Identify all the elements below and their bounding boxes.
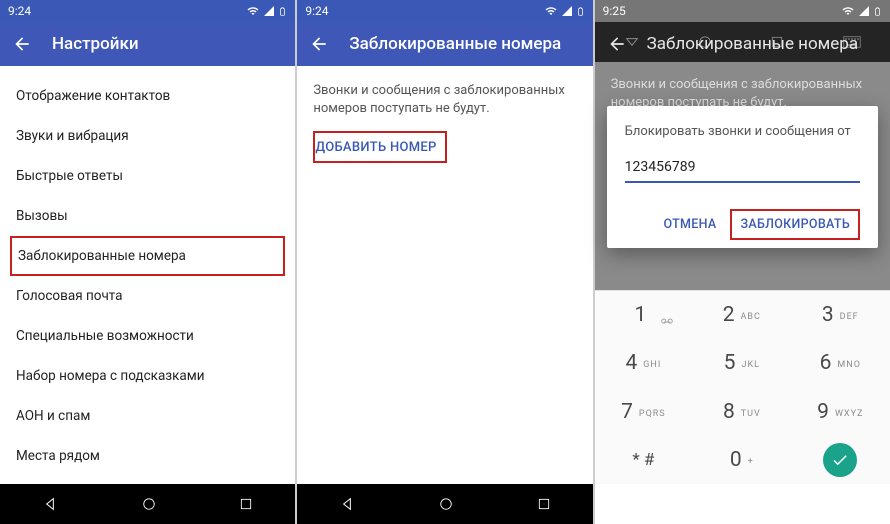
key-6[interactable]: 6MNO (792, 339, 890, 387)
screen-dialog-keypad: 9:25 Заблокированные номера Звонки и соо… (595, 0, 890, 524)
wifi-icon (246, 5, 260, 17)
voicemail-icon (660, 314, 674, 333)
numeric-keypad: 1 2ABC 3DEF 4GHI 5JKL 6MNO 7PQRS 8TUV 9W… (595, 290, 890, 484)
status-icons (246, 5, 287, 18)
key-3[interactable]: 3DEF (792, 291, 890, 339)
back-arrow-icon[interactable] (309, 34, 329, 54)
key-4[interactable]: 4GHI (595, 339, 693, 387)
add-number-highlight: ДОБАВИТЬ НОМЕР (313, 131, 446, 163)
battery-icon (576, 5, 585, 18)
signal-icon (858, 5, 870, 17)
page-title: Заблокированные номера (647, 34, 858, 54)
key-2[interactable]: 2ABC (693, 291, 791, 339)
battery-icon (873, 5, 882, 18)
page-title: Настройки (52, 34, 139, 54)
key-0[interactable]: 0+ (693, 436, 791, 484)
settings-list: Отображение контактов Звуки и вибрация Б… (0, 66, 295, 484)
status-icons (544, 5, 585, 18)
list-item[interactable]: Набор номера с подсказками (16, 356, 279, 396)
cancel-button[interactable]: ОТМЕНА (659, 211, 720, 238)
nav-bar (297, 484, 592, 524)
dialog-actions: ОТМЕНА ЗАБЛОКИРОВАТЬ (625, 209, 860, 240)
block-dialog: Блокировать звонки и сообщения от ОТМЕНА… (607, 106, 878, 248)
nav-recent-icon[interactable] (537, 497, 551, 511)
blocked-content: Звонки и сообщения с заблокированных ном… (297, 66, 592, 484)
back-arrow-icon[interactable] (12, 34, 32, 54)
clock: 9:24 (305, 4, 328, 18)
list-item[interactable]: Специальные возможности (16, 316, 279, 356)
list-item[interactable]: АОН и спам (16, 396, 279, 436)
app-bar-dimmed: Заблокированные номера (595, 22, 890, 66)
key-confirm[interactable] (792, 436, 890, 484)
clock: 9:25 (603, 4, 626, 18)
list-item[interactable]: Отображение контактов (16, 76, 279, 116)
wifi-icon (841, 5, 855, 17)
wifi-icon (544, 5, 558, 17)
list-item[interactable]: Звуки и вибрация (16, 116, 279, 156)
list-item[interactable]: Места рядом (16, 436, 279, 476)
list-item[interactable]: Быстрые ответы (16, 156, 279, 196)
status-bar: 9:24 (297, 0, 592, 22)
app-bar: Настройки (0, 22, 295, 66)
signal-icon (263, 5, 275, 17)
clock: 9:24 (8, 4, 31, 18)
nav-back-icon[interactable] (42, 496, 58, 512)
signal-icon (561, 5, 573, 17)
nav-home-icon[interactable] (142, 497, 156, 511)
list-item[interactable]: Голосовая почта (16, 276, 279, 316)
page-title: Заблокированные номера (349, 34, 561, 54)
nav-recent-icon[interactable] (239, 497, 253, 511)
screen-blocked-list: 9:24 Заблокированные номера Звонки и соо… (297, 0, 592, 524)
key-7[interactable]: 7PQRS (595, 388, 693, 436)
description-text: Звонки и сообщения с заблокированных ном… (313, 76, 576, 131)
status-bar: 9:24 (0, 0, 295, 22)
block-button[interactable]: ЗАБЛОКИРОВАТЬ (730, 209, 860, 240)
screen-settings: 9:24 Настройки Отображение контактов Зву… (0, 0, 295, 524)
nav-back-icon[interactable] (339, 496, 355, 512)
status-icons (841, 5, 882, 18)
nav-home-icon[interactable] (439, 497, 453, 511)
list-item[interactable]: Вызовы (16, 196, 279, 236)
app-bar: Заблокированные номера (297, 22, 592, 66)
battery-icon (278, 5, 287, 18)
key-1[interactable]: 1 (595, 291, 693, 339)
key-9[interactable]: 9WXYZ (792, 388, 890, 436)
phone-input[interactable] (625, 155, 860, 183)
check-icon (831, 451, 849, 469)
key-star-hash[interactable]: * # (595, 436, 693, 484)
dialog-title: Блокировать звонки и сообщения от (625, 124, 860, 139)
add-number-button[interactable]: ДОБАВИТЬ НОМЕР (315, 140, 436, 155)
key-8[interactable]: 8TUV (693, 388, 791, 436)
status-bar: 9:25 (595, 0, 890, 22)
nav-bar (0, 484, 295, 524)
back-arrow-icon (607, 34, 627, 54)
key-5[interactable]: 5JKL (693, 339, 791, 387)
list-item-blocked-numbers[interactable]: Заблокированные номера (10, 236, 285, 276)
